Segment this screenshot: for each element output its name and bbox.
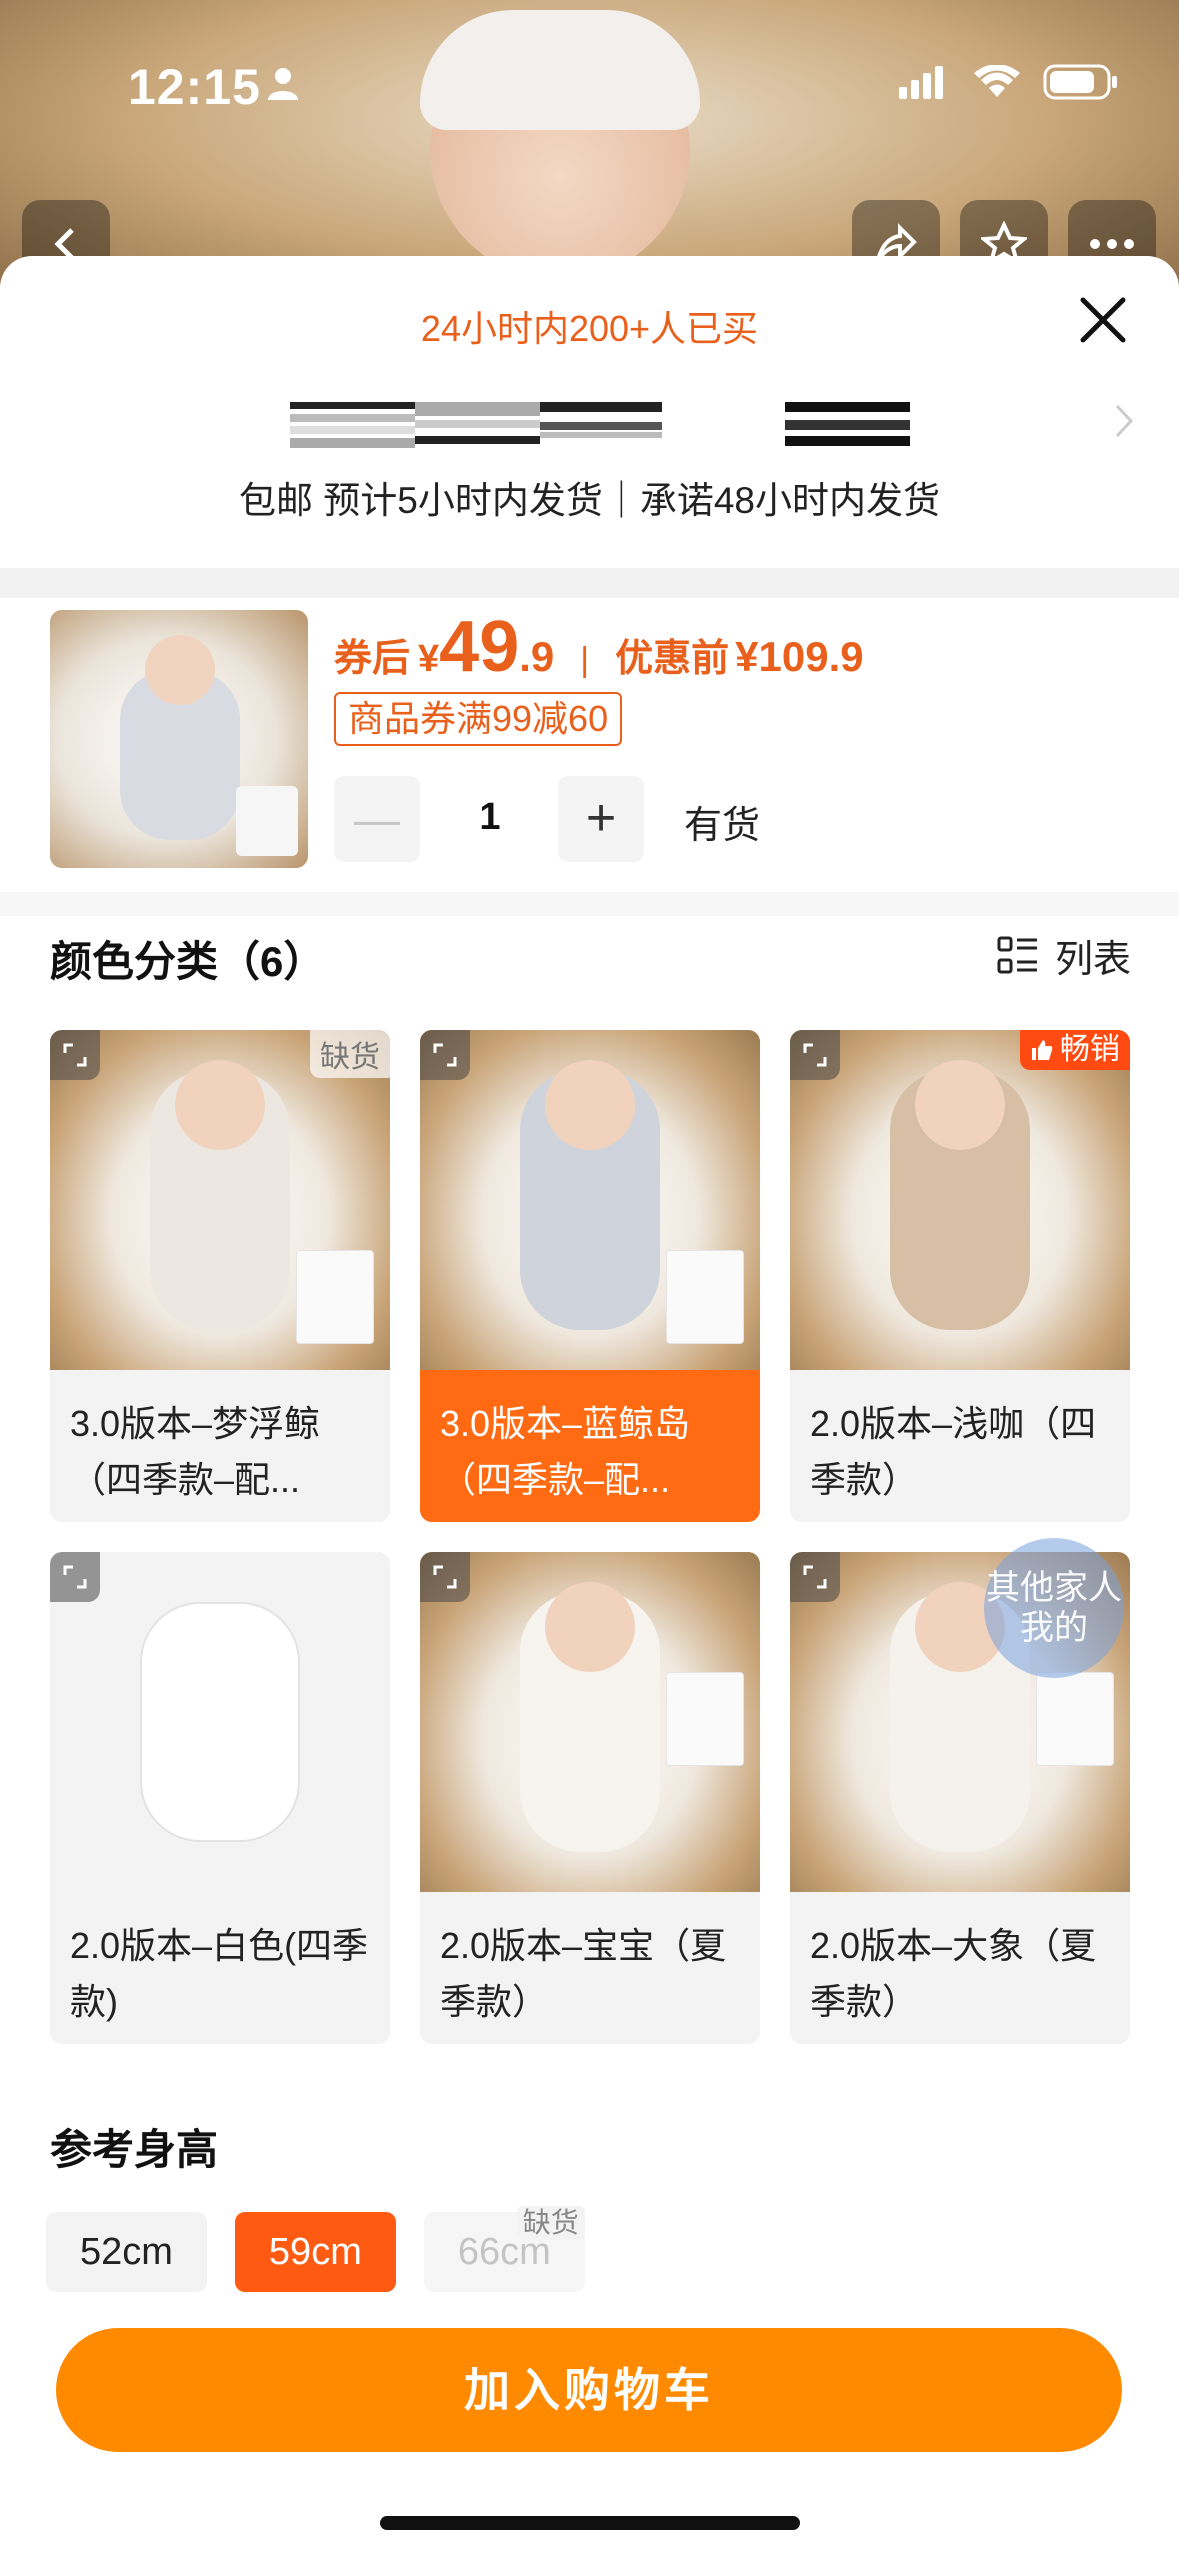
color-option-image (420, 1030, 760, 1370)
sold-count-text: 24小时内200+人已买 (420, 308, 759, 349)
baby-face (545, 1060, 635, 1150)
chevron-right-icon[interactable] (1109, 396, 1139, 446)
color-option-image (50, 1552, 390, 1892)
selected-sku-thumbnail[interactable] (50, 610, 308, 868)
color-option-image (420, 1552, 760, 1892)
divider (0, 568, 1179, 598)
color-option-card[interactable]: 畅销 2.0版本–浅咖（四季款） (790, 1030, 1130, 1522)
family-floating-button[interactable]: 其他家人我的 (984, 1538, 1124, 1678)
quantity-decrease-button[interactable]: — (334, 776, 420, 862)
color-option-card[interactable]: 缺货 3.0版本–梦浮鲸（四季款–配... (50, 1030, 390, 1522)
size-option-selected[interactable]: 59cm (234, 2212, 396, 2292)
size-option-label: 59cm (268, 2231, 362, 2273)
thumb-baby-face (145, 635, 215, 705)
status-time: 12:15 (128, 59, 261, 115)
price-row: 券后 ¥ 49 .9 | 优惠前 ¥109.9 (334, 606, 864, 688)
out-of-stock-badge: 缺货 (516, 2206, 585, 2240)
expand-preview-button[interactable] (50, 1552, 100, 1602)
expand-preview-button[interactable] (50, 1030, 100, 1080)
person-icon (268, 68, 298, 100)
close-icon[interactable] (1071, 288, 1135, 352)
quantity-value[interactable]: 1 (460, 796, 520, 839)
original-price: ¥109.9 (735, 633, 864, 680)
color-option-label: 2.0版本–浅咖（四季款） (810, 1403, 1097, 1500)
size-option[interactable]: 52cm (46, 2212, 207, 2292)
size-option-label: 52cm (80, 2231, 173, 2273)
divider (0, 892, 1179, 916)
expand-icon (433, 1565, 457, 1589)
list-view-toggle[interactable]: 列表 (997, 928, 1131, 983)
price-integer: 49 (439, 607, 520, 687)
color-option-label: 3.0版本–蓝鲸岛（四季款–配... (440, 1403, 691, 1500)
thumbs-up-icon (1032, 1040, 1053, 1060)
more-dots-icon (1090, 239, 1134, 249)
expand-icon (803, 1565, 827, 1589)
list-view-label: 列表 (1054, 939, 1131, 981)
expand-icon (803, 1043, 827, 1067)
bestseller-badge: 畅销 (1020, 1030, 1130, 1070)
color-option-label: 3.0版本–梦浮鲸（四季款–配... (70, 1403, 321, 1500)
price-decimal: .9 (519, 633, 555, 680)
package-thumbnail (1036, 1672, 1114, 1766)
expand-icon (63, 1565, 87, 1589)
status-icons (899, 64, 1119, 100)
price-separator: | (580, 641, 590, 679)
baby-face (175, 1060, 265, 1150)
package-thumbnail (666, 1250, 744, 1344)
romper-white (140, 1602, 300, 1842)
expand-preview-button[interactable] (420, 1552, 470, 1602)
list-view-icon (997, 936, 1037, 973)
service-tags-banner (290, 402, 910, 448)
baby-face (545, 1582, 635, 1672)
battery-icon (1043, 64, 1117, 100)
coupon-badge: 商品券满99减60 (334, 692, 623, 746)
expand-preview-button[interactable] (790, 1552, 840, 1602)
size-section-title: 参考身高 (50, 2126, 219, 2173)
home-indicator (380, 2516, 800, 2530)
shipping-info: 包邮 预计5小时内发货｜承诺48小时内发货 (238, 480, 940, 521)
quantity-increase-button[interactable]: + (558, 776, 644, 862)
color-option-card[interactable]: 2.0版本–宝宝（夏季款） (420, 1552, 760, 2044)
color-option-label: 2.0版本–宝宝（夏季款） (440, 1925, 727, 2022)
cellular-signal-icon (899, 66, 943, 99)
package-thumbnail (296, 1250, 374, 1344)
wifi-icon (974, 65, 1020, 97)
baby-face (915, 1060, 1005, 1150)
after-coupon-label: 券后 (334, 638, 411, 680)
status-bar: 12:15 (0, 0, 1179, 150)
stock-status: 有货 (684, 805, 761, 847)
color-option-label: 2.0版本–白色(四季款) (70, 1925, 369, 2022)
out-of-stock-badge: 缺货 (310, 1030, 390, 1078)
color-section-title: 颜色分类（6） (50, 938, 326, 985)
expand-icon (433, 1043, 457, 1067)
thumb-package-image (236, 786, 298, 856)
expand-preview-button[interactable] (790, 1030, 840, 1080)
expand-icon (63, 1043, 87, 1067)
color-option-card-selected[interactable]: 3.0版本–蓝鲸岛（四季款–配... (420, 1030, 760, 1522)
size-options: 52cm 59cm 66cm 缺货 (46, 2206, 585, 2292)
expand-preview-button[interactable] (420, 1030, 470, 1080)
package-thumbnail (666, 1672, 744, 1766)
size-option-disabled[interactable]: 66cm 缺货 (423, 2206, 585, 2292)
bestseller-label: 畅销 (1060, 1033, 1120, 1066)
color-option-label: 2.0版本–大象（夏季款） (810, 1925, 1097, 2022)
color-option-image (50, 1030, 390, 1370)
original-price-label: 优惠前 (615, 638, 730, 680)
add-to-cart-button[interactable]: 加入购物车 (56, 2328, 1122, 2452)
sku-selector-sheet: 24小时内200+人已买 包邮 预计5小时内发货｜承诺48小时内发货 券后 ¥ … (0, 256, 1179, 2556)
currency-symbol: ¥ (418, 638, 440, 680)
color-option-card[interactable]: 2.0版本–白色(四季款) (50, 1552, 390, 2044)
color-option-image (790, 1030, 1130, 1370)
